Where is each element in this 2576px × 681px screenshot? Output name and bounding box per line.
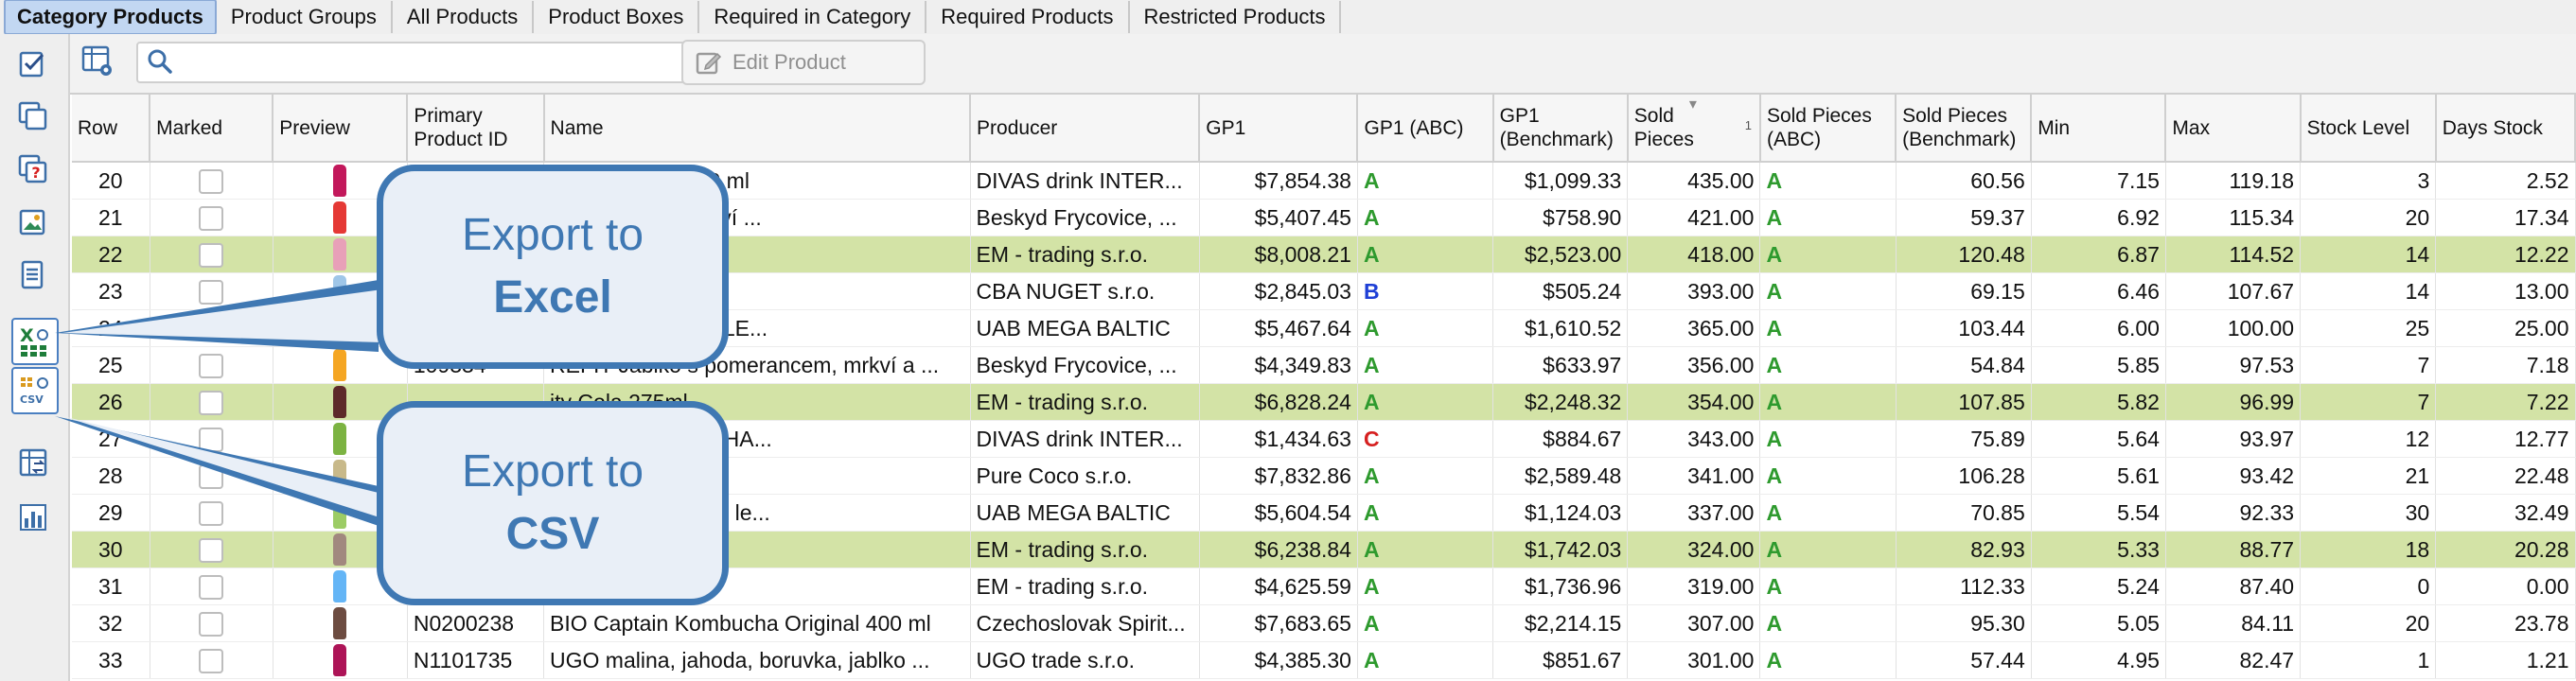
- export-excel-callout: Export to Excel: [377, 165, 729, 369]
- export-excel-callout-line1: Export to: [461, 210, 644, 260]
- export-excel-callout-line2: Excel: [493, 272, 612, 323]
- export-csv-callout-line1: Export to: [461, 446, 644, 497]
- export-csv-callout: Export to CSV: [377, 401, 729, 605]
- export-csv-callout-line2: CSV: [505, 509, 600, 559]
